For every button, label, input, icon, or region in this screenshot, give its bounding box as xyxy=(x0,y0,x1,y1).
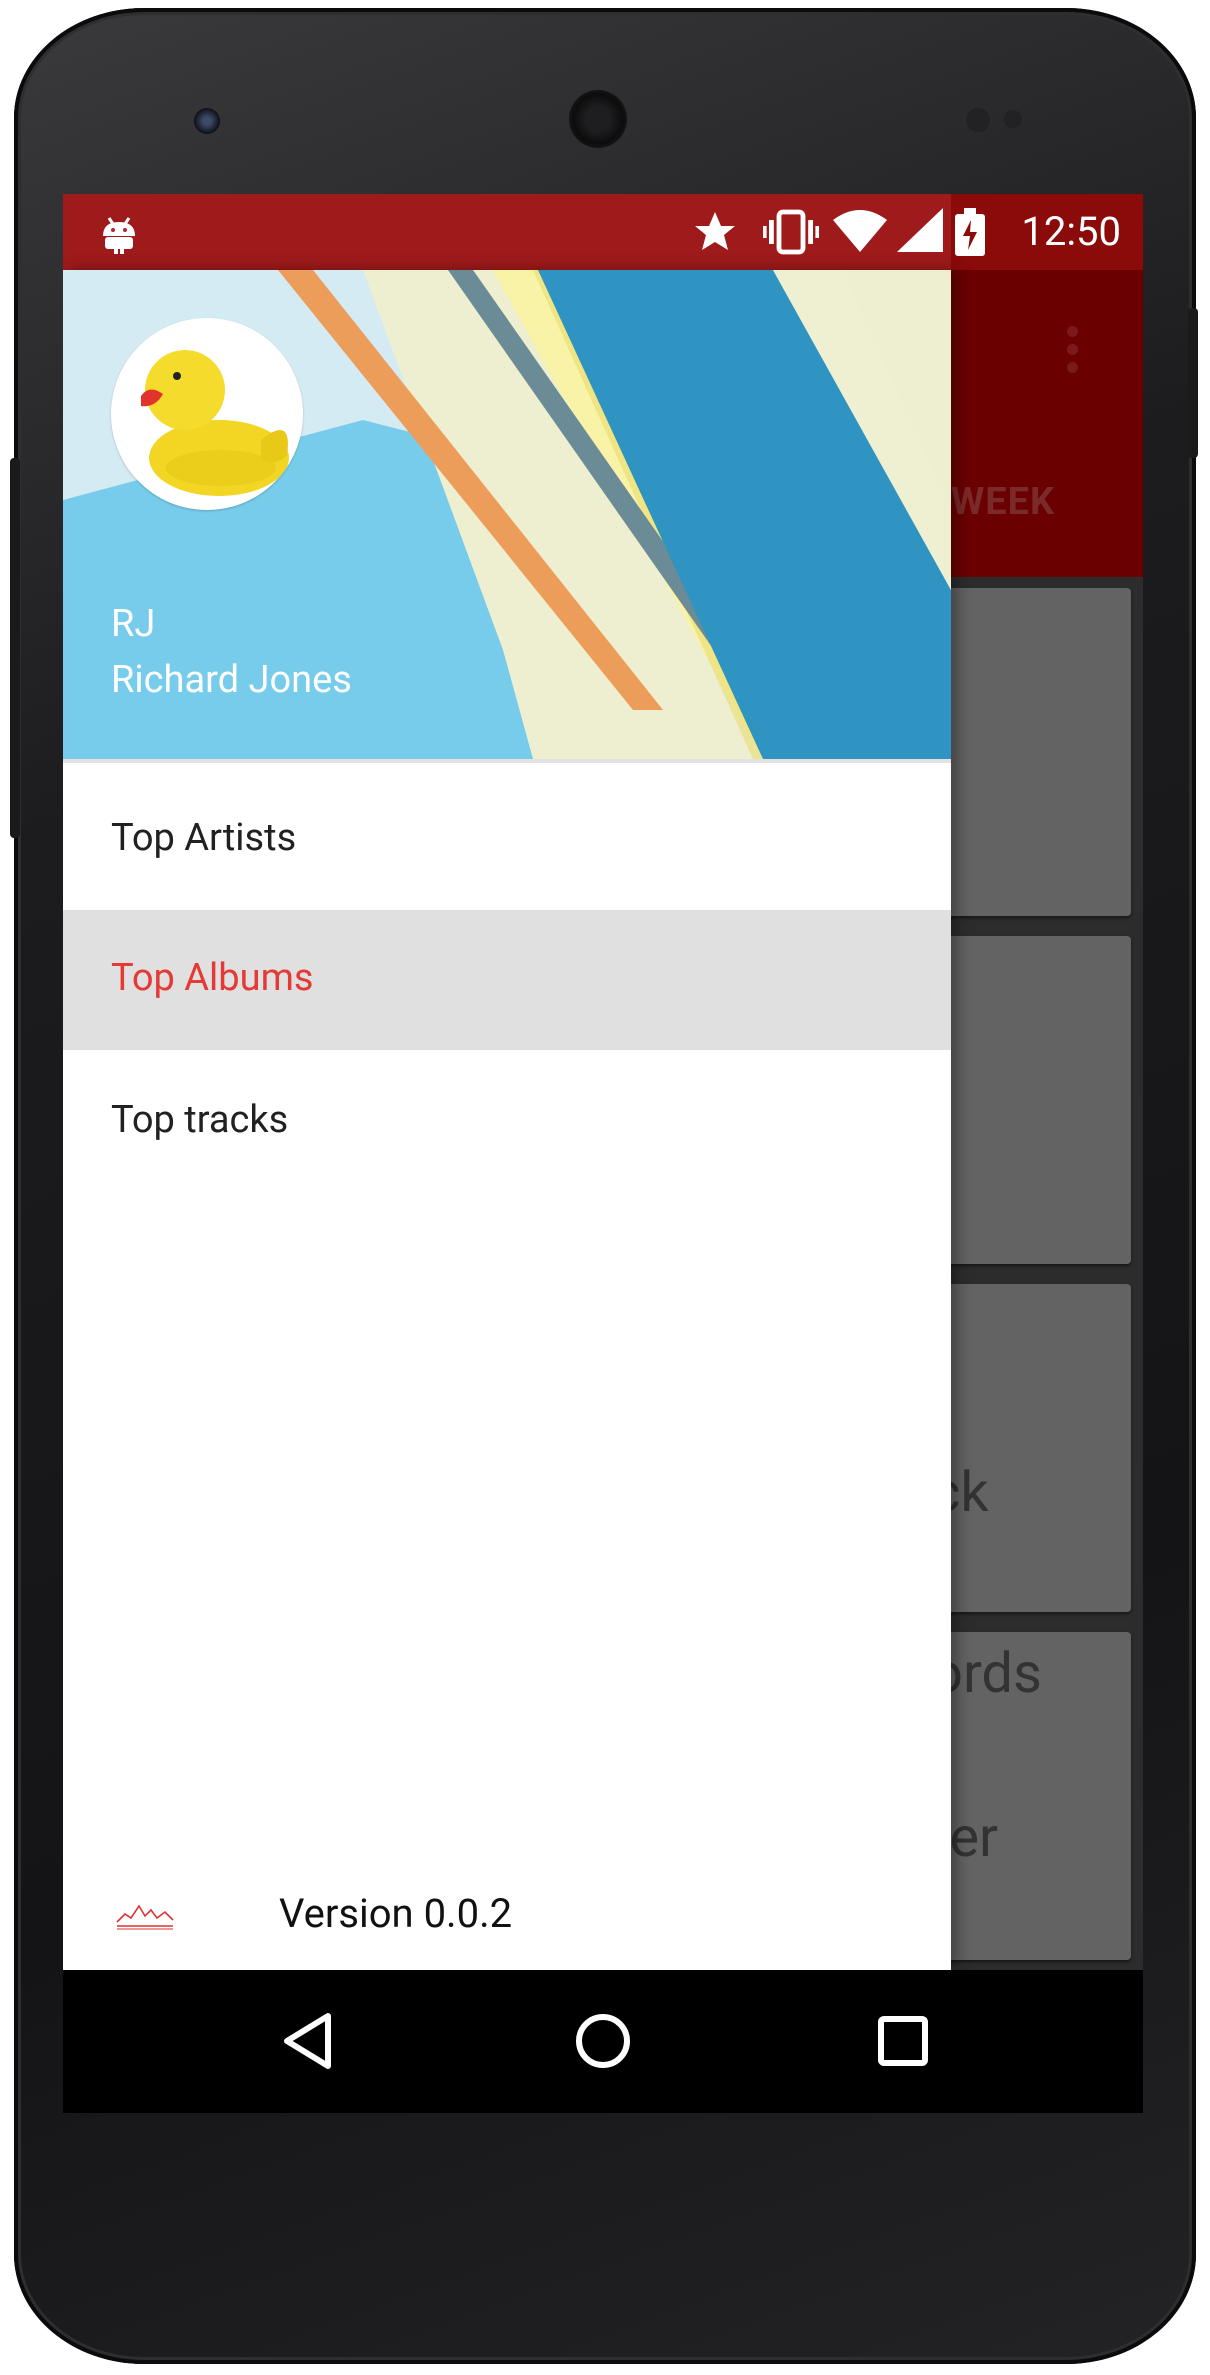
vibrate-icon xyxy=(763,209,819,255)
system-nav-bar xyxy=(63,1970,1143,2113)
tab-week[interactable]: WEEK xyxy=(951,480,1055,524)
navigation-drawer: RJ Richard Jones Top Artists Top Albums … xyxy=(63,270,951,1970)
status-time: 12:50 xyxy=(1021,208,1121,255)
drawer-footer: Version 0.0.2 xyxy=(63,1840,951,1970)
recents-icon[interactable] xyxy=(868,2006,938,2076)
drawer-item-label: Top Artists xyxy=(111,816,297,860)
phone-frame: WEEK ck ords ter 12:50 RJ Richard Jones … xyxy=(10,8,1198,2364)
user-avatar[interactable] xyxy=(111,318,303,510)
back-icon[interactable] xyxy=(273,2006,343,2076)
last-stats-logo xyxy=(116,1904,174,1930)
signal-icon xyxy=(897,208,943,252)
power-button xyxy=(1188,308,1198,458)
header-divider xyxy=(63,759,951,763)
earpiece-speaker xyxy=(569,90,627,148)
drawer-item-top-artists[interactable]: Top Artists xyxy=(63,770,951,910)
screen: WEEK ck ords ter 12:50 RJ Richard Jones … xyxy=(63,194,1143,2113)
star-icon xyxy=(695,212,735,250)
android-icon xyxy=(103,217,135,254)
status-bar: 12:50 xyxy=(63,194,1143,270)
home-icon[interactable] xyxy=(568,2006,638,2076)
drawer-header: RJ Richard Jones xyxy=(63,270,951,759)
user-initials: RJ xyxy=(111,602,156,646)
app-version: Version 0.0.2 xyxy=(279,1890,513,1937)
front-camera xyxy=(194,108,220,134)
overflow-menu-icon[interactable] xyxy=(1067,326,1079,380)
drawer-item-label: Top tracks xyxy=(111,1098,289,1142)
drawer-item-top-tracks[interactable]: Top tracks xyxy=(63,1052,951,1192)
volume-button xyxy=(10,458,20,838)
wifi-icon xyxy=(833,210,887,252)
rubber-duck-icon xyxy=(141,350,289,496)
drawer-item-label: Top Albums xyxy=(111,956,314,1000)
battery-charging-icon xyxy=(955,208,985,256)
light-sensor xyxy=(1004,110,1022,128)
proximity-sensor xyxy=(966,108,990,132)
user-name: Richard Jones xyxy=(111,658,352,702)
drawer-item-top-albums[interactable]: Top Albums xyxy=(63,910,951,1050)
